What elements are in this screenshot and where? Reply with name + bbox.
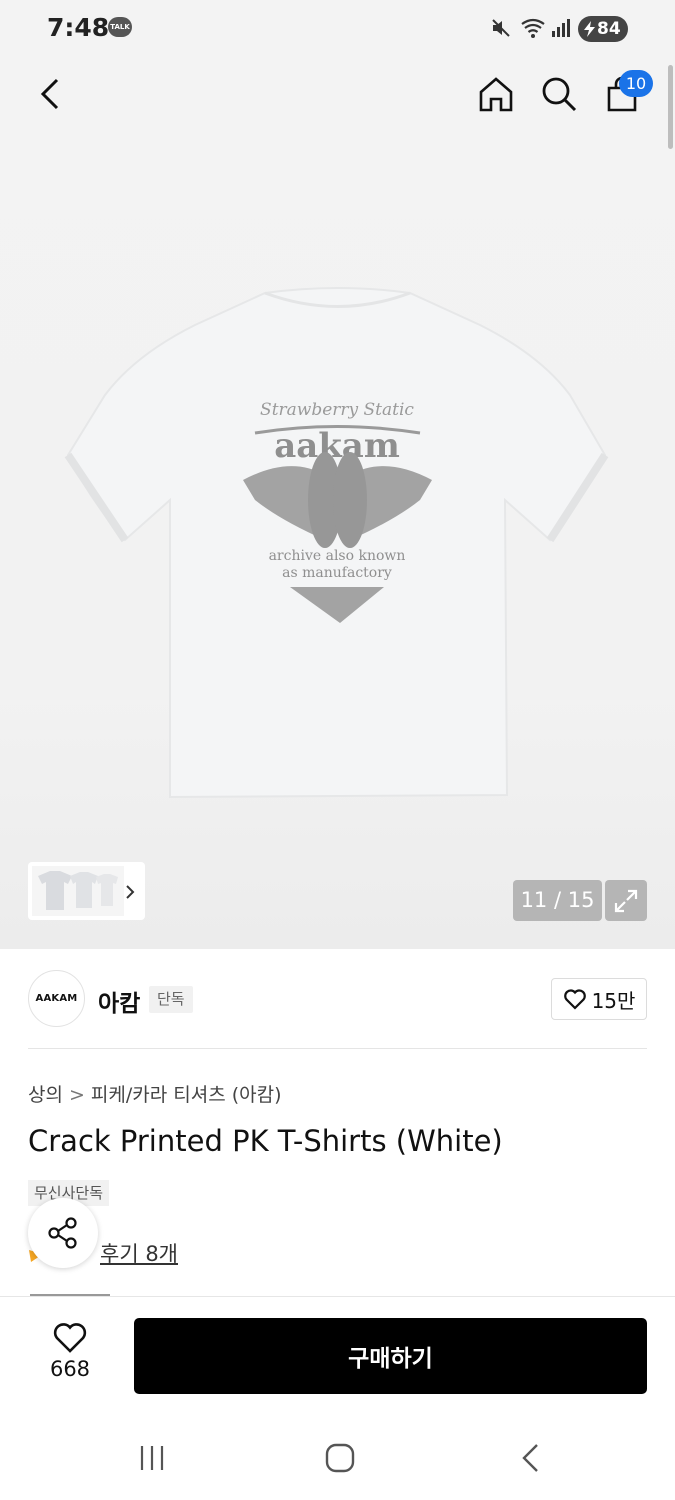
back-nav-button[interactable] bbox=[510, 1440, 550, 1476]
share-button[interactable] bbox=[28, 1198, 98, 1268]
cart-count-badge: 10 bbox=[619, 70, 653, 97]
brand-like-count: 15만 bbox=[591, 988, 636, 1013]
battery-indicator: 84 bbox=[578, 16, 628, 42]
scrollbar[interactable] bbox=[668, 65, 673, 149]
wishlist-button[interactable]: 668 bbox=[34, 1322, 106, 1392]
exclusive-tag: 단독 bbox=[149, 986, 193, 1013]
heart-icon bbox=[53, 1323, 87, 1353]
brand-logo[interactable]: AAKAM bbox=[28, 970, 85, 1027]
review-link[interactable]: 후기 8개 bbox=[100, 1238, 178, 1268]
product-image[interactable]: Strawberry Static aakam archive also kno… bbox=[60, 285, 615, 805]
print-script-line: Strawberry Static bbox=[260, 400, 414, 420]
divider bbox=[28, 1048, 647, 1049]
home-circle-icon bbox=[325, 1443, 355, 1473]
home-nav-button[interactable] bbox=[320, 1440, 360, 1476]
home-button[interactable] bbox=[472, 70, 520, 118]
search-icon bbox=[542, 77, 577, 112]
heart-icon bbox=[563, 989, 586, 1010]
back-arrow-icon bbox=[40, 78, 59, 110]
wifi-icon bbox=[521, 18, 545, 38]
print-tagline-2: as manufactory bbox=[282, 565, 392, 581]
print-tagline-1: archive also known bbox=[269, 548, 406, 564]
share-icon bbox=[48, 1217, 77, 1249]
charging-icon bbox=[584, 21, 595, 37]
wishlist-count: 668 bbox=[49, 1357, 91, 1381]
signal-icon bbox=[552, 19, 570, 37]
mute-icon bbox=[492, 19, 510, 37]
brand-name[interactable]: 아캄 bbox=[98, 984, 140, 1018]
recents-icon bbox=[140, 1446, 164, 1470]
print-logo: aakam bbox=[274, 426, 400, 466]
breadcrumb-item[interactable]: 피케/카라 티셔츠 (아캄) bbox=[91, 1084, 282, 1106]
breadcrumb: 상의 > 피케/카라 티셔츠 (아캄) bbox=[28, 1080, 282, 1107]
brand-like-button[interactable]: 15만 bbox=[551, 978, 647, 1020]
back-button[interactable] bbox=[26, 70, 74, 118]
product-screen: 7:48 TALK 84 10 Strawberry Static aakam … bbox=[0, 0, 675, 1500]
status-bar: 7:48 TALK 84 bbox=[0, 0, 675, 58]
chevron-right-icon: > bbox=[68, 1084, 85, 1106]
chevron-right-icon bbox=[126, 885, 135, 899]
thumbnail-images bbox=[32, 866, 135, 916]
buy-button[interactable]: 구매하기 bbox=[134, 1318, 647, 1394]
breadcrumb-item[interactable]: 상의 bbox=[28, 1084, 63, 1106]
kakaotalk-notification-icon: TALK bbox=[108, 17, 132, 37]
search-button[interactable] bbox=[535, 70, 583, 118]
image-counter: 11 / 15 bbox=[513, 880, 602, 921]
expand-icon bbox=[614, 889, 638, 912]
fullscreen-button[interactable] bbox=[605, 880, 647, 921]
battery-level: 84 bbox=[597, 19, 621, 39]
back-chevron-icon bbox=[522, 1444, 538, 1472]
status-time: 7:48 bbox=[47, 13, 110, 42]
recent-apps-button[interactable] bbox=[132, 1440, 172, 1476]
home-icon bbox=[479, 77, 513, 112]
thumbnail-strip[interactable] bbox=[28, 862, 145, 920]
product-title: Crack Printed PK T-Shirts (White) bbox=[28, 1124, 503, 1158]
